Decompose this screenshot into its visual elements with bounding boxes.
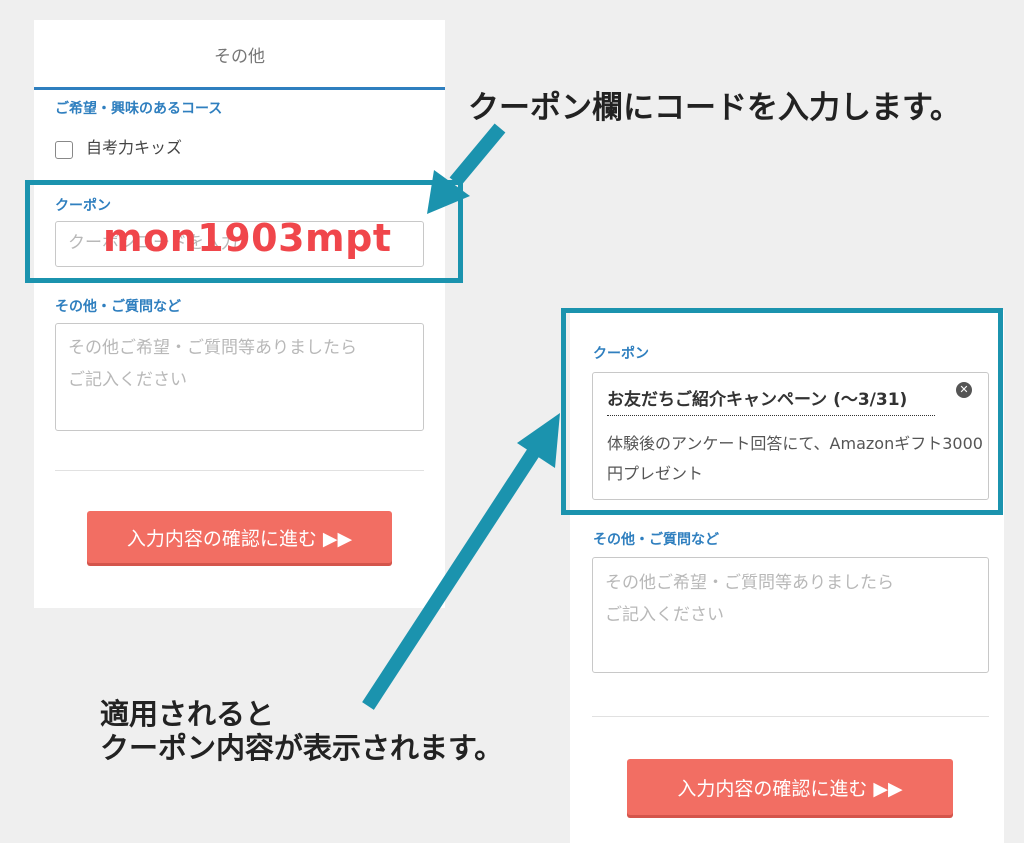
arrow-to-coupon-input (427, 123, 506, 214)
arrow-to-applied-coupon (362, 413, 560, 710)
annotation-arrows (362, 123, 560, 710)
